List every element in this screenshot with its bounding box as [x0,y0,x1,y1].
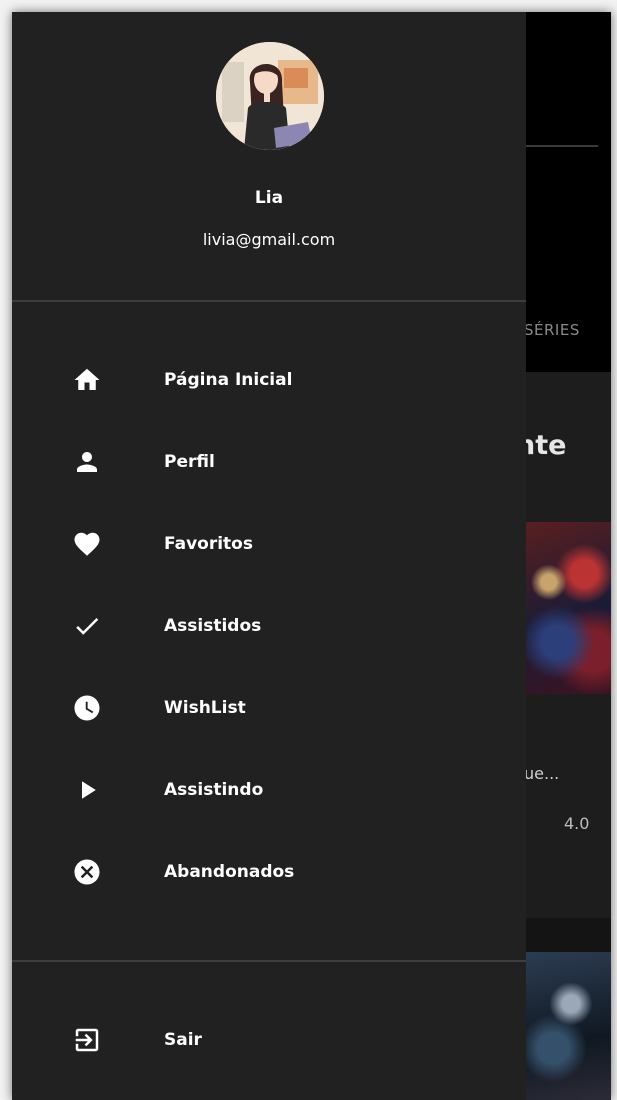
menu-item-profile[interactable]: Perfil [12,432,526,492]
logout-button[interactable]: Sair [12,1010,526,1070]
movie-poster-second[interactable] [522,952,611,1100]
cancel-icon [67,852,107,892]
menu-item-abandoned[interactable]: Abandonados [12,842,526,902]
logout-label: Sair [164,1030,202,1050]
play-icon [67,770,107,810]
avatar[interactable] [216,42,324,150]
app-frame: SÉRIES nte ue... 4.0 Lia livia@gmail.com… [12,12,611,1100]
menu-item-favorites[interactable]: Favoritos [12,514,526,574]
tab-series[interactable]: SÉRIES [524,321,580,339]
check-icon [67,606,107,646]
movie-title: ue... [524,764,560,783]
person-icon [67,442,107,482]
menu-item-label: WishList [164,698,246,718]
movie-poster[interactable] [522,522,611,694]
menu-item-label: Abandonados [164,862,295,882]
menu-item-home[interactable]: Página Inicial [12,350,526,410]
clock-icon [67,688,107,728]
profile-divider [12,300,526,302]
menu-item-label: Página Inicial [164,370,293,390]
user-avatar-illustration [216,42,324,150]
menu-item-wishlist[interactable]: WishList [12,678,526,738]
menu-item-watched[interactable]: Assistidos [12,596,526,656]
heart-icon [67,524,107,564]
menu-item-watching[interactable]: Assistindo [12,760,526,820]
navigation-drawer: Lia livia@gmail.com Página Inicial Perfi… [12,12,526,1100]
logout-divider [12,960,526,962]
user-email: livia@gmail.com [202,230,336,249]
background-header-divider [526,145,598,147]
menu-item-label: Perfil [164,452,215,472]
menu-item-label: Assistindo [164,780,264,800]
home-icon [67,360,107,400]
user-name: Lia [254,188,284,208]
movie-rating: 4.0 [564,814,590,833]
menu-item-label: Assistidos [164,616,262,636]
menu-item-label: Favoritos [164,534,253,554]
logout-icon [67,1020,107,1060]
